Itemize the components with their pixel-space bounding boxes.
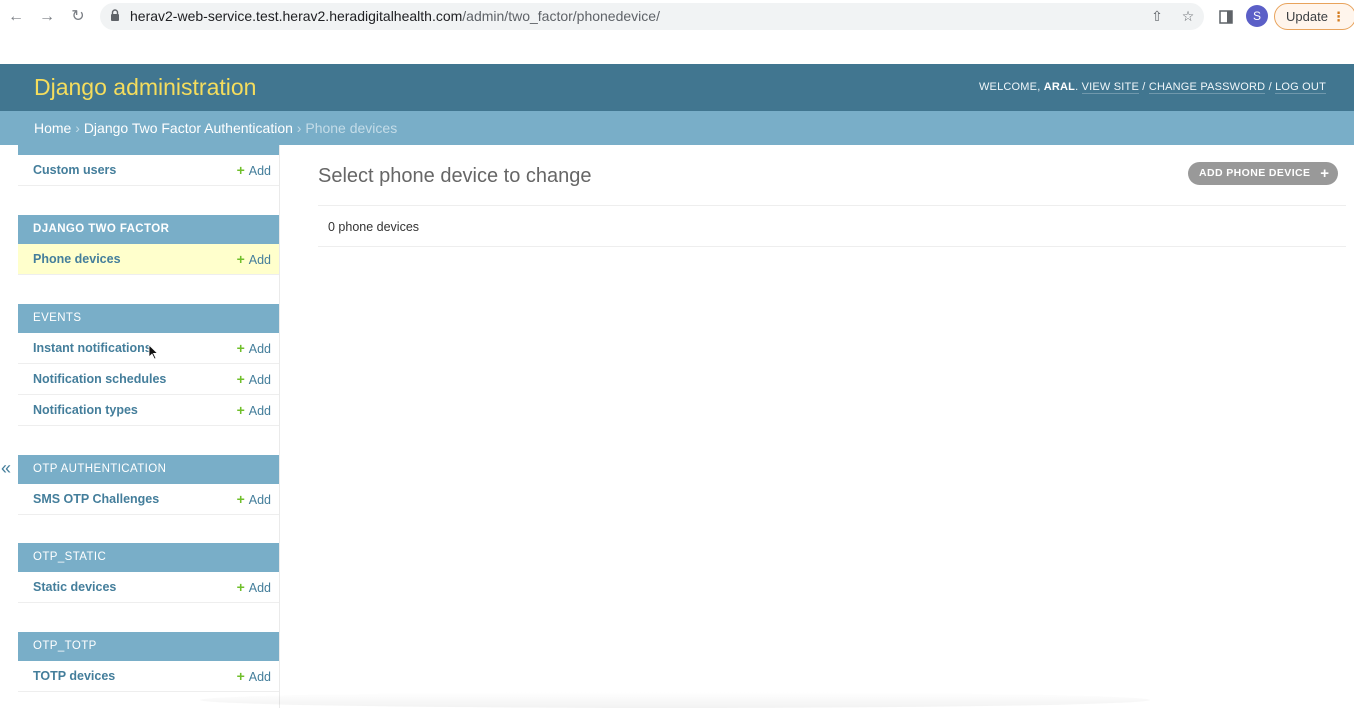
add-notification-type-link[interactable]: + Add — [237, 402, 271, 418]
plus-icon: + — [236, 579, 245, 595]
mouse-cursor-icon — [148, 344, 158, 360]
url-text: herav2-web-service.test.herav2.heradigit… — [130, 8, 660, 24]
lock-icon — [111, 9, 119, 21]
nav-sidebar: Custom users +Add DJANGO TWO FACTOR AUTH… — [18, 145, 280, 708]
sidebar-item-notification-types[interactable]: Notification types + Add — [18, 395, 279, 426]
add-custom-user-link[interactable]: + Add — [237, 162, 271, 178]
log-out-link[interactable]: LOG OUT — [1275, 81, 1326, 94]
username: ARAL — [1043, 81, 1076, 93]
change-password-link[interactable]: CHANGE PASSWORD — [1148, 81, 1266, 94]
sidebar-collapse-toggle[interactable]: « — [1, 458, 11, 479]
sidebar-item-label[interactable]: Notification types — [33, 403, 138, 417]
sidebar-item-label[interactable]: SMS OTP Challenges — [33, 492, 159, 506]
separator: / — [1142, 81, 1146, 93]
forward-icon[interactable]: → — [37, 7, 57, 27]
sidebar-item-custom-users[interactable]: Custom users + Add — [18, 155, 279, 186]
reload-icon[interactable]: ↻ — [68, 7, 88, 27]
module-caption-otp-authentication[interactable]: OTP AUTHENTICATION — [18, 455, 279, 484]
plus-icon: + — [236, 371, 245, 387]
sidepanel-icon[interactable] — [1216, 7, 1236, 27]
sidebar-item-label[interactable]: Phone devices — [33, 252, 121, 266]
sidebar-item-notification-schedules[interactable]: Notification schedules + Add — [18, 364, 279, 395]
breadcrumb-home[interactable]: Home — [34, 120, 71, 136]
sidebar-item-label[interactable]: Custom users — [33, 163, 116, 177]
add-static-device-link[interactable]: + Add — [237, 579, 271, 595]
plus-icon: + — [1320, 165, 1330, 182]
sidebar-item-totp-devices[interactable]: TOTP devices + Add — [18, 661, 279, 692]
page-title: Select phone device to change — [318, 165, 592, 187]
bookmark-star-icon[interactable]: ☆ — [1179, 7, 1197, 25]
back-icon[interactable]: ← — [6, 7, 26, 27]
add-sms-otp-challenge-link[interactable]: + Add — [237, 491, 271, 507]
breadcrumb-separator: › — [296, 120, 302, 136]
welcome-text: WELCOME, — [978, 81, 1041, 93]
add-instant-notification-link[interactable]: + Add — [237, 340, 271, 356]
share-icon[interactable]: ⇧ — [1148, 7, 1166, 25]
breadcrumb-separator: › — [75, 120, 80, 136]
plus-icon: + — [236, 162, 245, 178]
breadcrumb-current: Phone devices — [305, 120, 398, 136]
window-shadow — [200, 692, 1150, 708]
sidebar-item-phone-devices[interactable]: Phone devices + Add — [18, 244, 279, 275]
breadcrumb: Home › Django Two Factor Authentication … — [0, 111, 1354, 145]
address-bar[interactable]: herav2-web-service.test.herav2.heradigit… — [100, 3, 1204, 30]
plus-icon: + — [236, 340, 245, 356]
sidebar-item-sms-otp-challenges[interactable]: SMS OTP Challenges + Add — [18, 484, 279, 515]
site-header: Django administration WELCOME, ARAL. VIE… — [0, 64, 1354, 111]
breadcrumb-app[interactable]: Django Two Factor Authentication — [84, 120, 293, 136]
changelist-results: 0 phone devices — [318, 205, 1346, 247]
add-phone-device-link[interactable]: + Add — [237, 251, 271, 267]
plus-icon: + — [236, 251, 245, 267]
separator: / — [1268, 81, 1272, 93]
module-caption-otp-static[interactable]: OTP_STATIC — [18, 543, 279, 572]
module-caption-two-factor[interactable]: DJANGO TWO FACTOR AUTHENTICATION — [18, 215, 279, 264]
site-brand[interactable]: Django administration — [34, 74, 256, 101]
sidebar-item-label[interactable]: Notification schedules — [33, 372, 166, 386]
module-caption-strip — [18, 145, 279, 155]
module-caption-events[interactable]: EVENTS — [18, 304, 279, 333]
user-tools: WELCOME, ARAL. VIEW SITE / CHANGE PASSWO… — [978, 81, 1326, 94]
plus-icon: + — [236, 491, 245, 507]
view-site-link[interactable]: VIEW SITE — [1081, 81, 1140, 94]
plus-icon: + — [236, 402, 245, 418]
add-phone-device-button[interactable]: ADD PHONE DEVICE + — [1188, 162, 1339, 185]
add-totp-device-link[interactable]: + Add — [237, 668, 271, 684]
update-button[interactable]: Update ⋮ — [1274, 3, 1354, 30]
sidebar-item-label[interactable]: Instant notifications — [33, 341, 152, 355]
sidebar-item-label[interactable]: TOTP devices — [33, 669, 115, 683]
menu-dots-icon[interactable]: ⋮ — [1332, 4, 1345, 29]
sidebar-item-static-devices[interactable]: Static devices + Add — [18, 572, 279, 603]
add-notification-schedule-link[interactable]: + Add — [237, 371, 271, 387]
results-count: 0 phone devices — [328, 220, 420, 234]
sidebar-item-label[interactable]: Static devices — [33, 580, 116, 594]
browser-toolbar: ← → ↻ herav2-web-service.test.herav2.her… — [0, 0, 1354, 34]
plus-icon: + — [236, 668, 245, 684]
module-caption-otp-totp[interactable]: OTP_TOTP — [18, 632, 279, 661]
profile-avatar[interactable]: S — [1246, 5, 1268, 27]
